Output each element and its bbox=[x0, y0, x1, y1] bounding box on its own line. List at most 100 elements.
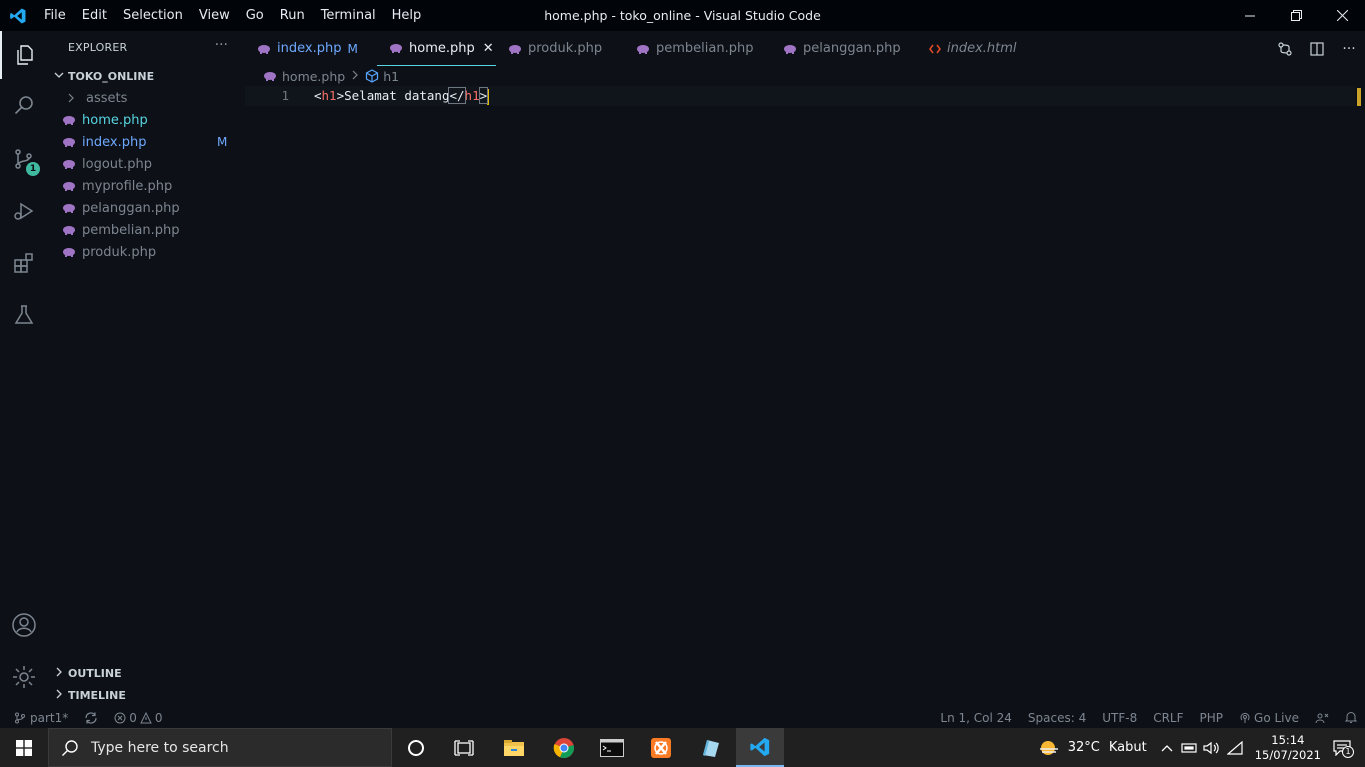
tab-index-html[interactable]: index.html bbox=[917, 31, 1027, 66]
tab-produk-php[interactable]: produk.php bbox=[496, 31, 624, 66]
search-icon[interactable] bbox=[0, 81, 48, 129]
outline-label: OUTLINE bbox=[68, 666, 122, 680]
windows-start-icon[interactable] bbox=[0, 728, 48, 767]
testing-icon[interactable] bbox=[0, 291, 48, 339]
notifications-icon[interactable]: 1 bbox=[1333, 739, 1354, 758]
timeline-section[interactable]: TIMELINE bbox=[48, 684, 245, 706]
token-bracket: </ bbox=[448, 87, 466, 104]
settings-gear-icon[interactable] bbox=[0, 653, 48, 701]
branch-status[interactable]: part1* bbox=[14, 711, 68, 725]
close-window-button[interactable] bbox=[1319, 0, 1365, 31]
code-editor[interactable]: 1 <h1>Selamat datang</h1> bbox=[245, 86, 1365, 705]
notifications-bell-icon[interactable] bbox=[1345, 711, 1357, 724]
more-actions-icon[interactable]: ··· bbox=[215, 37, 228, 53]
folder-name: TOKO_ONLINE bbox=[68, 69, 155, 83]
task-view-icon[interactable] bbox=[440, 728, 488, 767]
close-icon[interactable]: ✕ bbox=[483, 41, 494, 56]
restore-button[interactable] bbox=[1273, 0, 1319, 31]
vscode-taskbar-icon[interactable] bbox=[736, 728, 784, 767]
php-file-icon bbox=[62, 181, 78, 191]
language-mode[interactable]: PHP bbox=[1200, 711, 1224, 725]
problems-status[interactable]: 0 0 bbox=[114, 710, 163, 725]
notes-app-icon[interactable] bbox=[686, 728, 734, 767]
cursor-position[interactable]: Ln 1, Col 24 bbox=[940, 711, 1012, 725]
tab-pelanggan-php[interactable]: pelanggan.php bbox=[771, 31, 917, 66]
token-bracket: > bbox=[336, 88, 345, 103]
chevron-right-icon bbox=[351, 70, 359, 83]
xampp-icon[interactable] bbox=[637, 728, 685, 767]
sync-icon[interactable] bbox=[84, 711, 98, 724]
explorer-sidebar: EXPLORER ··· TOKO_ONLINE assets home.php… bbox=[48, 31, 245, 705]
tree-item-myprofile-php[interactable]: myprofile.php bbox=[48, 175, 245, 197]
indentation[interactable]: Spaces: 4 bbox=[1028, 711, 1086, 725]
volume-icon[interactable] bbox=[1203, 741, 1221, 755]
end-of-line[interactable]: CRLF bbox=[1153, 711, 1183, 725]
tree-item-logout-php[interactable]: logout.php bbox=[48, 153, 245, 175]
open-changes-icon[interactable] bbox=[1269, 31, 1301, 66]
breadcrumb-file[interactable]: home.php bbox=[282, 69, 345, 84]
symbol-icon bbox=[365, 69, 379, 83]
tab-home-php[interactable]: home.php ✕ bbox=[377, 31, 496, 66]
code-line[interactable]: <h1>Selamat datang</h1> bbox=[314, 86, 490, 106]
outline-section[interactable]: OUTLINE bbox=[48, 662, 245, 684]
chrome-icon[interactable] bbox=[540, 728, 588, 767]
tree-item-label: assets bbox=[86, 90, 128, 106]
encoding[interactable]: UTF-8 bbox=[1102, 711, 1137, 725]
menu-selection[interactable]: Selection bbox=[115, 0, 191, 31]
tree-item-index-php[interactable]: index.php M bbox=[48, 131, 245, 153]
php-file-icon bbox=[62, 115, 78, 125]
warning-count: 0 bbox=[154, 710, 163, 725]
editor-tabs: index.php M home.php ✕ produk.php pembel… bbox=[245, 31, 1365, 66]
run-debug-icon[interactable] bbox=[0, 187, 48, 235]
branch-name: part1* bbox=[30, 710, 69, 725]
minimize-button[interactable] bbox=[1227, 0, 1273, 31]
go-live-button[interactable]: Go Live bbox=[1239, 711, 1299, 725]
breadcrumb: home.php h1 bbox=[245, 66, 399, 86]
menu-help[interactable]: Help bbox=[384, 0, 430, 31]
tree-item-pembelian-php[interactable]: pembelian.php bbox=[48, 219, 245, 241]
extensions-icon[interactable] bbox=[0, 239, 48, 287]
tree-item-produk-php[interactable]: produk.php bbox=[48, 241, 245, 263]
menu-edit[interactable]: Edit bbox=[74, 0, 115, 31]
menu-terminal[interactable]: Terminal bbox=[313, 0, 384, 31]
tree-item-assets[interactable]: assets bbox=[48, 87, 245, 109]
breadcrumb-symbol[interactable]: h1 bbox=[383, 69, 399, 84]
chevron-up-icon[interactable] bbox=[1161, 743, 1173, 753]
php-file-icon bbox=[263, 71, 277, 81]
menu-view[interactable]: View bbox=[191, 0, 238, 31]
explorer-icon[interactable] bbox=[0, 31, 48, 79]
vscode-logo-icon bbox=[0, 0, 36, 31]
php-file-icon bbox=[783, 44, 797, 54]
command-prompt-icon[interactable] bbox=[588, 728, 636, 767]
activity-bar: 1 bbox=[0, 31, 48, 705]
menu-file[interactable]: File bbox=[36, 0, 74, 31]
menu-run[interactable]: Run bbox=[272, 0, 313, 31]
tree-item-label: home.php bbox=[82, 112, 148, 128]
more-actions-icon[interactable]: ··· bbox=[1333, 31, 1365, 66]
source-control-icon[interactable]: 1 bbox=[0, 135, 48, 183]
scrollbar-cursor-marker bbox=[1357, 88, 1361, 106]
tree-item-pelanggan-php[interactable]: pelanggan.php bbox=[48, 197, 245, 219]
go-live-label: Go Live bbox=[1254, 710, 1299, 725]
split-editor-icon[interactable] bbox=[1301, 31, 1333, 66]
weather-widget[interactable]: 32°C Kabut bbox=[1038, 738, 1147, 758]
text-cursor bbox=[487, 88, 490, 105]
tab-index-php[interactable]: index.php M bbox=[245, 31, 377, 66]
feedback-icon[interactable] bbox=[1315, 712, 1329, 724]
taskbar-search-box[interactable]: Type here to search bbox=[48, 728, 392, 767]
tab-pembelian-php[interactable]: pembelian.php bbox=[624, 31, 771, 66]
clock[interactable]: 15:14 15/07/2021 bbox=[1255, 733, 1321, 763]
tree-item-home-php[interactable]: home.php bbox=[48, 109, 245, 131]
chevron-right-icon bbox=[48, 667, 68, 680]
php-file-icon bbox=[508, 44, 522, 54]
cortana-icon[interactable] bbox=[392, 728, 440, 767]
tree-item-label: index.php bbox=[82, 134, 147, 150]
system-tray: 32°C Kabut 15:14 15/07/2021 1 bbox=[1038, 728, 1365, 767]
folder-toko-online[interactable]: TOKO_ONLINE bbox=[48, 65, 245, 87]
file-explorer-icon[interactable] bbox=[490, 728, 538, 767]
wifi-icon[interactable] bbox=[1226, 740, 1243, 755]
menu-go[interactable]: Go bbox=[238, 0, 272, 31]
accounts-icon[interactable] bbox=[0, 601, 48, 649]
weather-fog-icon bbox=[1039, 740, 1058, 755]
network-icon[interactable] bbox=[1181, 741, 1197, 755]
